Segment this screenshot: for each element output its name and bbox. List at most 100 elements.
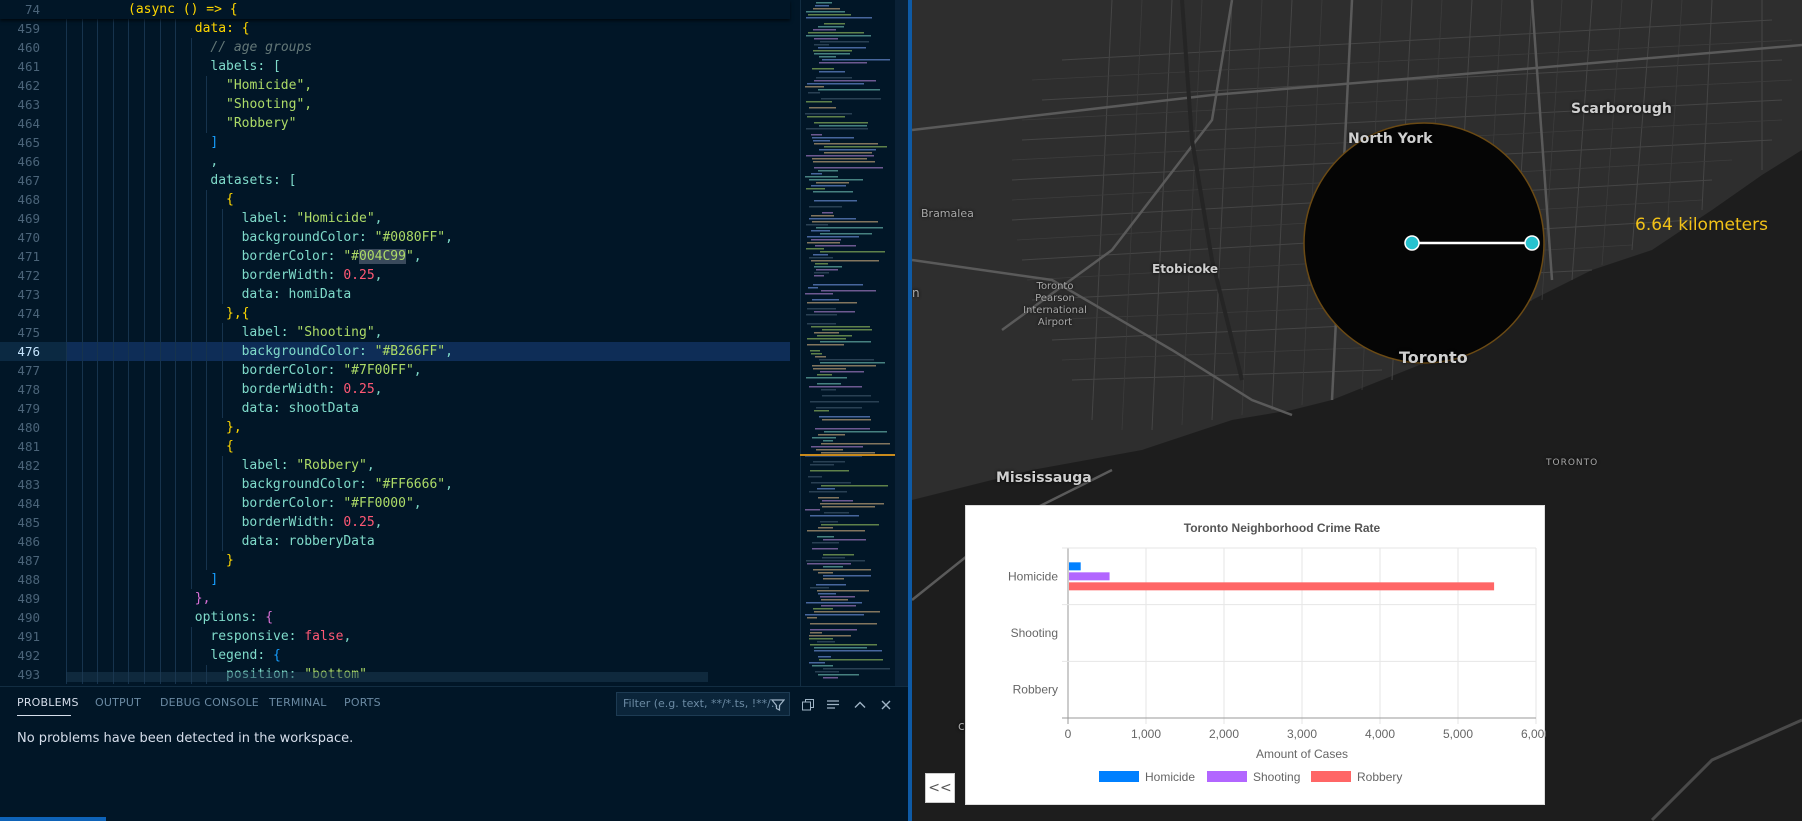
sticky-scroll-header[interactable]: 74 (async () => { xyxy=(0,0,790,19)
tab-terminal[interactable]: TERMINAL xyxy=(269,696,327,709)
code-text: ] xyxy=(210,133,218,152)
code-line[interactable]: 481 { xyxy=(0,437,790,456)
indent-guide xyxy=(222,342,223,361)
indent-guide xyxy=(97,285,99,304)
indent-guide xyxy=(97,437,99,456)
code-line[interactable]: 488] xyxy=(0,570,790,589)
indent-guide xyxy=(128,304,130,323)
minimap-line xyxy=(817,335,852,337)
code-line[interactable]: 461 labels: [ xyxy=(0,57,790,76)
code-token: data: shootData xyxy=(241,401,359,416)
collapse-all-icon[interactable] xyxy=(801,698,815,712)
code-line[interactable]: 459 data: { xyxy=(0,19,790,38)
code-line[interactable]: 473 data: homiData xyxy=(0,285,790,304)
code-line[interactable]: 467 datasets: [ xyxy=(0,171,790,190)
code-line[interactable]: 476 backgroundColor: "#B266FF", xyxy=(0,342,790,361)
collapse-button[interactable]: << xyxy=(925,773,955,803)
indent-guide xyxy=(81,342,83,361)
remote-indicator[interactable] xyxy=(0,817,106,821)
code-line[interactable]: 468 { xyxy=(0,190,790,209)
line-number: 467 xyxy=(17,173,40,188)
line-number: 481 xyxy=(17,439,40,454)
code-line[interactable]: 487} xyxy=(0,551,790,570)
code-line[interactable]: 463 "Shooting", xyxy=(0,95,790,114)
minimap-line xyxy=(807,83,864,85)
indent-guide xyxy=(66,323,67,342)
minimap-line xyxy=(805,176,838,178)
distance-readout: 6.64 kilometers xyxy=(1635,215,1768,235)
horizontal-scrollbar[interactable] xyxy=(66,672,708,682)
code-line[interactable]: 464 "Robbery" xyxy=(0,114,790,133)
view-as-list-icon[interactable] xyxy=(826,698,840,712)
indent-guide xyxy=(112,266,114,285)
code-line[interactable]: 492 legend: { xyxy=(0,646,790,665)
indent-guide xyxy=(144,57,145,76)
code-line[interactable]: 478 borderWidth: 0.25, xyxy=(0,380,790,399)
code-line[interactable]: 470 backgroundColor: "#0080FF", xyxy=(0,228,790,247)
code-editor[interactable]: 74 (async () => { 459 data: {460 // age gr… xyxy=(0,0,910,686)
code-line[interactable]: 469 label: "Homicide", xyxy=(0,209,790,228)
code-line[interactable]: 477 borderColor: "#7F00FF", xyxy=(0,361,790,380)
code-line[interactable]: 465] xyxy=(0,133,790,152)
minimap-line xyxy=(817,536,834,538)
code-line[interactable]: 462 "Homicide", xyxy=(0,76,790,95)
indent-guide xyxy=(81,76,83,95)
minimap-line xyxy=(812,542,839,544)
indent-guide xyxy=(175,494,177,513)
code-line[interactable]: 484 borderColor: "#FF0000", xyxy=(0,494,790,513)
code-token: false xyxy=(304,629,344,644)
code-line[interactable]: 479 data: shootData xyxy=(0,399,790,418)
minimap[interactable] xyxy=(800,0,900,686)
code-line[interactable]: 480}, xyxy=(0,418,790,437)
minimap-line xyxy=(820,233,872,235)
tab-debug-console[interactable]: DEBUG CONSOLE xyxy=(160,696,259,709)
x-tick-label: 3,000 xyxy=(1287,727,1317,741)
code-text: "Shooting", xyxy=(226,95,312,114)
code-token: legend: xyxy=(210,648,274,663)
indent-guide xyxy=(190,152,192,171)
code-text: options: { xyxy=(195,608,273,627)
code-line[interactable]: 490 options: { xyxy=(0,608,790,627)
indent-guide xyxy=(190,570,192,589)
filter-icon[interactable] xyxy=(771,698,785,712)
indent-guide xyxy=(81,456,83,475)
code-line[interactable]: 485 borderWidth: 0.25, xyxy=(0,513,790,532)
minimap-line xyxy=(812,437,836,439)
map-view[interactable]: North York Scarborough Bramalea Etobicok… xyxy=(912,0,1802,821)
indent-guide xyxy=(159,646,161,665)
code-line[interactable]: 491 responsive: false, xyxy=(0,627,790,646)
indent-guide xyxy=(97,627,99,646)
code-token: "Shooting" xyxy=(296,325,375,340)
code-line[interactable]: 472 borderWidth: 0.25, xyxy=(0,266,790,285)
tab-problems[interactable]: PROBLEMS xyxy=(17,696,79,709)
code-token: borderWidth: xyxy=(241,382,344,397)
tab-ports[interactable]: PORTS xyxy=(344,696,381,709)
filter-input[interactable]: Filter (e.g. text, **/*.ts, !**/... xyxy=(616,692,790,716)
indent-guide xyxy=(81,513,83,532)
indent-guide xyxy=(81,228,83,247)
vertical-scrollbar[interactable] xyxy=(895,0,909,686)
code-text: borderWidth: 0.25, xyxy=(242,380,383,399)
code-line[interactable]: 483 backgroundColor: "#FF6666", xyxy=(0,475,790,494)
indent-guide xyxy=(97,304,99,323)
code-token: "Robbery" xyxy=(296,458,367,473)
indent-guide xyxy=(222,399,223,418)
code-line[interactable]: 486 data: robberyData xyxy=(0,532,790,551)
code-token: } xyxy=(226,553,234,568)
line-number: 482 xyxy=(17,458,40,473)
minimap-line xyxy=(818,26,844,28)
code-line[interactable]: 460 // age groups xyxy=(0,38,790,57)
indent-guide xyxy=(175,95,177,114)
code-line[interactable]: 475 label: "Shooting", xyxy=(0,323,790,342)
code-line[interactable]: 474},{ xyxy=(0,304,790,323)
code-line[interactable]: 489}, xyxy=(0,589,790,608)
close-panel-icon[interactable] xyxy=(879,698,893,712)
tab-output[interactable]: OUTPUT xyxy=(95,696,141,709)
indent-guide xyxy=(81,646,83,665)
maximize-panel-icon[interactable] xyxy=(853,698,867,712)
indent-guide xyxy=(97,228,99,247)
code-line[interactable]: 466, xyxy=(0,152,790,171)
code-line[interactable]: 482 label: "Robbery", xyxy=(0,456,790,475)
code-line[interactable]: 471 borderColor: "#004C99", xyxy=(0,247,790,266)
minimap-line xyxy=(820,341,871,343)
